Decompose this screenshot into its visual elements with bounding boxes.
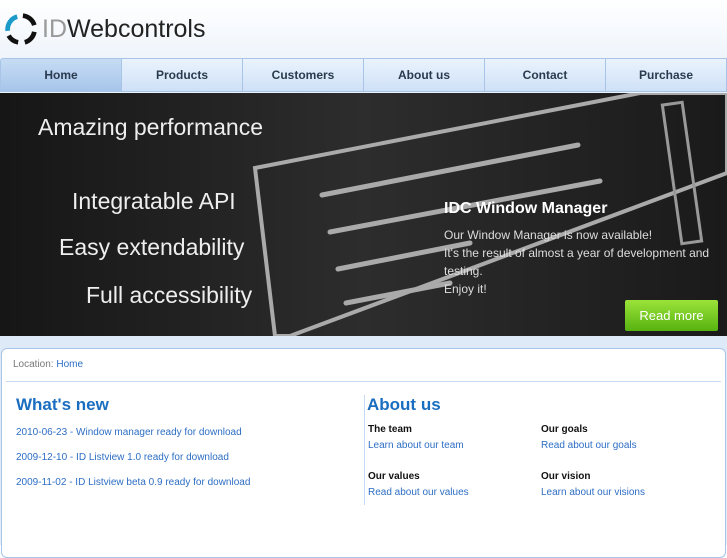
about-us-heading: About us: [367, 395, 441, 414]
about-values: Our values Read about our values: [368, 471, 469, 498]
news-item[interactable]: 2010-06-23 - Window manager ready for do…: [16, 427, 242, 438]
feature-accessibility: Full accessibility: [86, 282, 253, 308]
nav-products[interactable]: Products: [122, 58, 243, 92]
divider: [6, 381, 721, 382]
hero-banner: Amazing performance Integratable API Eas…: [0, 93, 727, 336]
feature-api: Integratable API: [72, 188, 236, 214]
values-link[interactable]: Read about our values: [368, 487, 469, 498]
breadcrumb: Location: Home: [13, 359, 84, 370]
logo[interactable]: IDWebcontrols: [2, 10, 206, 48]
nav-contact[interactable]: Contact: [485, 58, 606, 92]
nav-home[interactable]: Home: [0, 58, 122, 92]
breadcrumb-home[interactable]: Home: [56, 359, 83, 370]
news-item[interactable]: 2009-11-02 - ID Listview beta 0.9 ready …: [16, 477, 250, 488]
nav-purchase[interactable]: Purchase: [606, 58, 727, 92]
feature-extendability: Easy extendability: [59, 234, 245, 260]
main-nav: Home Products Customers About us Contact…: [0, 58, 727, 92]
about-goals: Our goals Read about our goals: [541, 424, 637, 451]
read-more-button[interactable]: Read more: [625, 300, 718, 331]
logo-icon: [5, 13, 37, 45]
news-item[interactable]: 2009-12-10 - ID Listview 1.0 ready for d…: [16, 452, 229, 463]
feature-performance: Amazing performance: [38, 114, 263, 140]
nav-about-us[interactable]: About us: [364, 58, 485, 92]
whats-new-heading: What's new: [16, 395, 109, 414]
about-vision: Our vision Learn about our visions: [541, 471, 645, 498]
hero-title: IDC Window Manager: [444, 200, 608, 217]
goals-link[interactable]: Read about our goals: [541, 440, 637, 451]
vision-link[interactable]: Learn about our visions: [541, 487, 645, 498]
content-panel: Location: Home What's new 2010-06-23 - W…: [1, 348, 726, 558]
nav-customers[interactable]: Customers: [243, 58, 364, 92]
about-team: The team Learn about our team: [368, 424, 464, 451]
hero-description: Our Window Manager is now available! It's…: [444, 228, 710, 296]
team-link[interactable]: Learn about our team: [368, 440, 464, 451]
column-divider: [364, 395, 365, 505]
logo-text: IDWebcontrols: [42, 14, 206, 43]
